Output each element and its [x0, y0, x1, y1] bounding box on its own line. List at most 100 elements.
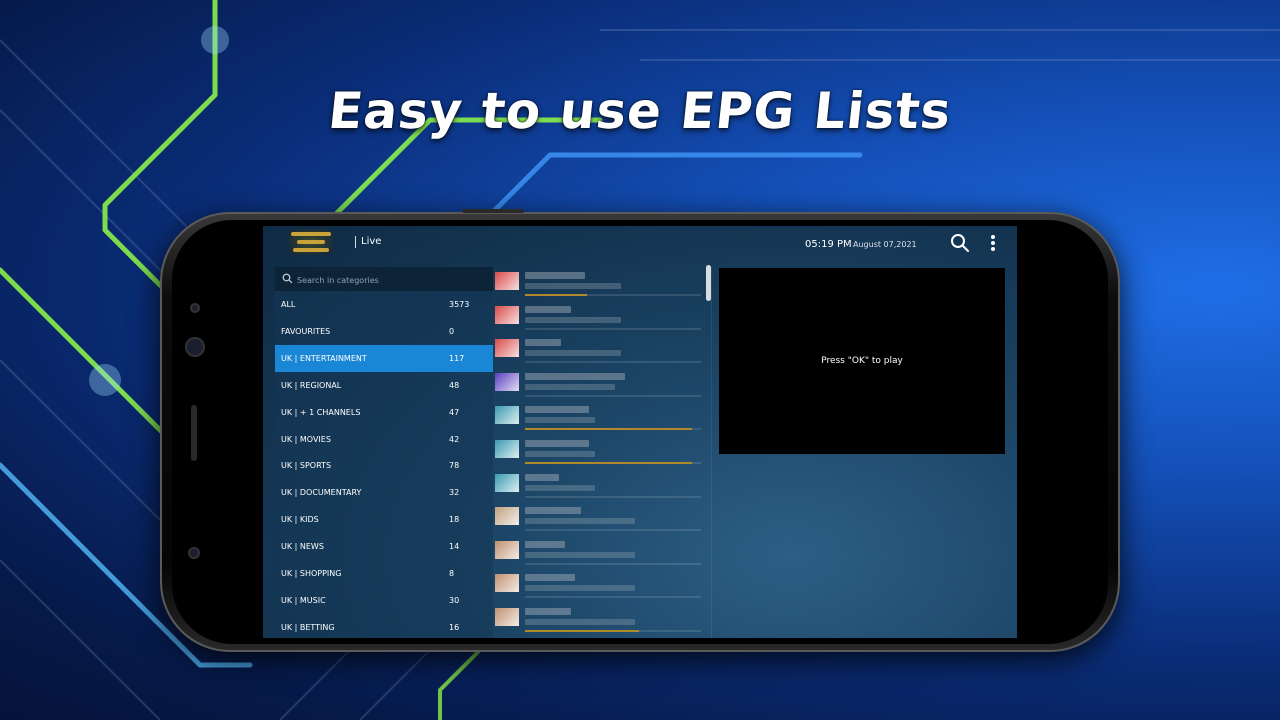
program-title-blurred: [525, 383, 615, 390]
channel-row[interactable]: [493, 267, 703, 300]
phone-top-key: [462, 209, 524, 213]
channel-row[interactable]: [493, 435, 703, 468]
section-title: Live: [361, 236, 382, 247]
channel-logo: [495, 473, 519, 492]
channel-name-blurred: [525, 372, 625, 380]
program-title-blurred: [525, 417, 595, 424]
category-count: 3573: [449, 300, 470, 309]
top-bar: Live 05:19 PM August 07,2021: [263, 226, 1017, 262]
program-progress-bar: [525, 394, 701, 397]
program-title-blurred: [525, 484, 595, 491]
category-item[interactable]: UK | + 1 CHANNELS 47: [275, 399, 493, 426]
category-item[interactable]: UK | MUSIC 30: [275, 587, 493, 614]
channel-row[interactable]: [493, 502, 703, 535]
categories-panel: ALL3573FAVOURITES0UK | ENTERTAINMENT117U…: [275, 267, 493, 638]
category-name: ALL: [281, 300, 296, 309]
program-title-blurred: [525, 518, 635, 525]
category-name: UK | MOVIES: [281, 434, 331, 444]
search-icon: [951, 234, 969, 252]
channel-logo: [495, 372, 519, 391]
program-progress-bar: [525, 361, 701, 364]
channel-name-blurred: [525, 540, 565, 548]
channel-logo: [495, 507, 519, 526]
category-item[interactable]: UK | BETTING 16: [275, 614, 493, 638]
channel-name-blurred: [525, 339, 561, 347]
category-name: UK | + 1 CHANNELS: [281, 407, 361, 417]
clock-time: 05:19 PM: [805, 239, 852, 250]
category-item[interactable]: UK | KIDS 18: [275, 506, 493, 533]
program-progress-fill: [525, 462, 693, 464]
channel-logo: [495, 339, 519, 358]
category-item[interactable]: UK | DOCUMENTARY 32: [275, 479, 493, 506]
category-search-input[interactable]: [295, 269, 489, 291]
channel-logo: [495, 272, 519, 290]
program-title-blurred: [525, 551, 635, 558]
category-name: FAVOURITES: [281, 326, 331, 336]
category-count: 32: [449, 488, 460, 498]
more-vert-icon: [991, 235, 995, 251]
title-separator: [355, 236, 356, 248]
category-count: 0: [449, 326, 455, 336]
channel-name-blurred: [525, 608, 571, 615]
channel-row[interactable]: [493, 603, 703, 636]
category-name: UK | SHOPPING: [281, 569, 342, 578]
channel-row[interactable]: [493, 401, 703, 434]
channel-name-blurred: [525, 473, 559, 481]
clock-date: August 07,2021: [853, 240, 917, 249]
video-player[interactable]: Press "OK" to play: [719, 268, 1005, 454]
category-search-box[interactable]: [275, 267, 493, 291]
channel-row[interactable]: [493, 536, 703, 569]
program-progress-bar: [525, 294, 701, 296]
category-item[interactable]: ALL 3573: [275, 291, 493, 318]
category-count: 117: [449, 353, 465, 363]
channel-row[interactable]: [493, 301, 703, 334]
channel-name-blurred: [525, 305, 571, 313]
category-count: 48: [449, 380, 460, 390]
category-name: UK | DOCUMENTARY: [281, 488, 362, 498]
category-item[interactable]: UK | SHOPPING 8: [275, 560, 493, 587]
search-button[interactable]: [949, 232, 971, 254]
category-count: 42: [449, 434, 460, 444]
program-title-blurred: [525, 451, 595, 457]
channel-row[interactable]: [493, 368, 703, 401]
program-progress-bar: [525, 630, 701, 632]
category-name: UK | MUSIC: [281, 595, 326, 605]
phone-sensor-icon: [190, 303, 200, 313]
category-count: 30: [449, 595, 460, 605]
channel-logo: [495, 540, 519, 559]
channel-logo: [495, 305, 519, 324]
program-title-blurred: [525, 283, 621, 289]
program-progress-bar: [525, 462, 701, 464]
channel-logo: [495, 440, 519, 458]
channel-row[interactable]: [493, 469, 703, 502]
panel-divider: [711, 267, 712, 638]
headline: Easy to use EPG Lists: [325, 82, 955, 140]
category-item[interactable]: FAVOURITES 0: [275, 318, 493, 345]
channel-row[interactable]: [493, 569, 703, 602]
category-name: UK | ENTERTAINMENT: [281, 353, 367, 363]
category-item[interactable]: UK | ENTERTAINMENT 117: [275, 344, 493, 372]
program-progress-bar: [525, 327, 701, 330]
search-icon: [282, 273, 293, 284]
channel-name-blurred: [525, 574, 575, 582]
program-progress-bar: [525, 495, 701, 498]
channel-name-blurred: [525, 272, 585, 279]
category-item[interactable]: UK | NEWS 14: [275, 533, 493, 560]
channel-logo: [495, 608, 519, 626]
program-progress-bar: [525, 529, 701, 532]
category-item[interactable]: UK | REGIONAL 48: [275, 372, 493, 399]
category-count: 18: [449, 515, 460, 525]
channel-name-blurred: [525, 440, 589, 447]
category-name: UK | NEWS: [281, 542, 324, 552]
phone-light-sensor-icon: [188, 547, 200, 559]
category-item[interactable]: UK | MOVIES 42: [275, 426, 493, 453]
program-title-blurred: [525, 316, 621, 323]
category-count: 8: [449, 569, 455, 578]
channel-row[interactable]: [493, 334, 703, 367]
category-item[interactable]: UK | SPORTS 78: [275, 452, 493, 479]
phone-camera-icon: [185, 337, 205, 357]
channel-name-blurred: [525, 507, 581, 515]
category-count: 16: [449, 622, 460, 632]
more-options-button[interactable]: [985, 232, 1001, 254]
category-count: 47: [449, 407, 460, 417]
